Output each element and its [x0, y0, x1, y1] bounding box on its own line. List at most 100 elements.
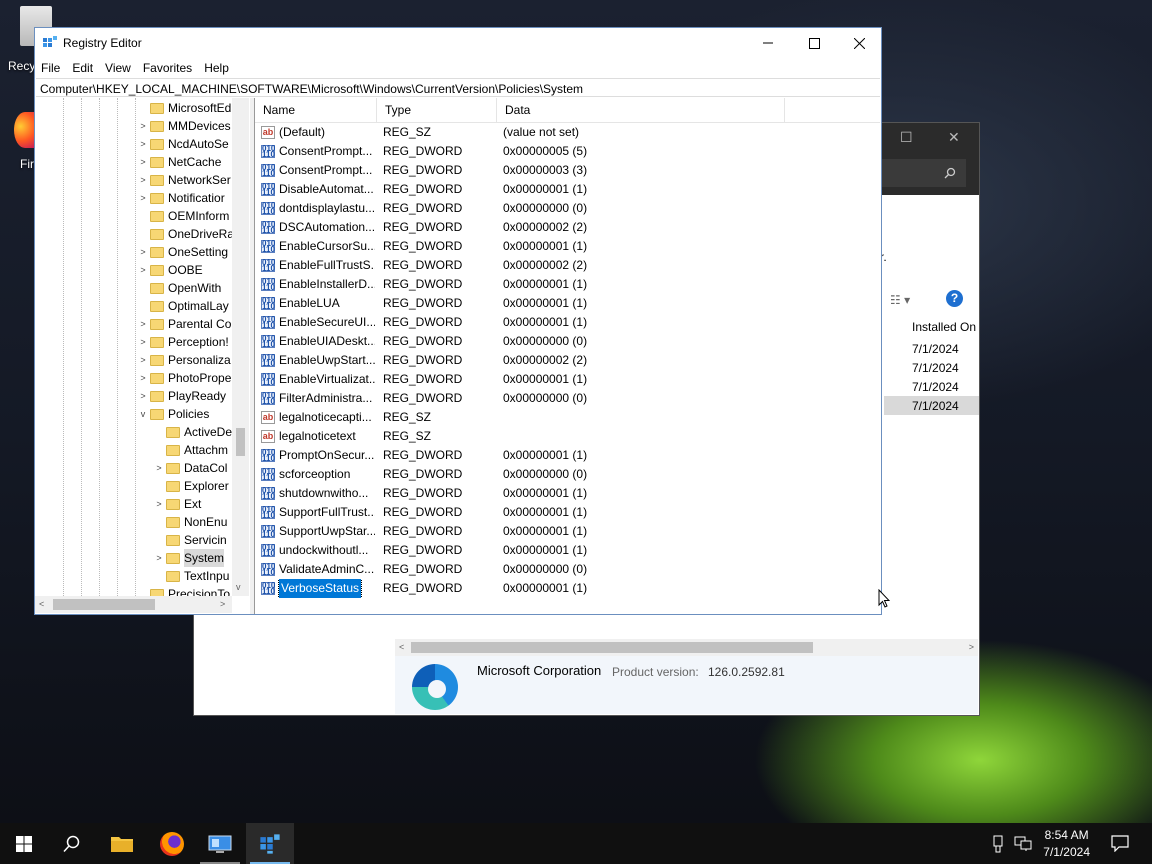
scroll-right-icon[interactable]: >	[969, 642, 974, 652]
value-row[interactable]: 010 110 EnableLUA REG_DWORD 0x00000001 (1)	[255, 294, 855, 313]
chevron-right-icon[interactable]: >	[136, 261, 150, 279]
value-row[interactable]: 010 110 ConsentPrompt... REG_DWORD 0x0000000…	[255, 161, 855, 180]
value-row[interactable]: 010 110 ConsentPrompt... REG_DWORD 0x0000000…	[255, 142, 855, 161]
value-row[interactable]: 010 110 undockwithoutl... REG_DWORD 0x000000…	[255, 541, 855, 560]
chevron-right-icon[interactable]: >	[136, 189, 150, 207]
tree-item[interactable]: OneDriveRa	[136, 225, 234, 243]
scrollbar-thumb[interactable]	[411, 642, 813, 653]
desktop-icon-firefox[interactable]: Fir	[14, 112, 36, 171]
start-button[interactable]	[0, 823, 48, 864]
tree-item[interactable]: > NetworkSer	[136, 171, 230, 189]
file-explorer-button[interactable]	[98, 823, 146, 864]
tree-item[interactable]: OpenWith	[136, 279, 221, 297]
tree-item[interactable]: > Personaliza	[136, 351, 230, 369]
value-row[interactable]: 010 110 EnableFullTrustS... REG_DWORD 0x0000…	[255, 256, 855, 275]
chevron-right-icon[interactable]: >	[136, 369, 150, 387]
value-row[interactable]: 010 110 FilterAdministra... REG_DWORD 0x0000…	[255, 389, 855, 408]
scroll-down-icon[interactable]: v	[236, 582, 241, 592]
value-row[interactable]: 010 110 EnableUIADeskt... REG_DWORD 0x000000…	[255, 332, 855, 351]
chevron-right-icon[interactable]: >	[136, 351, 150, 369]
tree-item[interactable]: > OOBE	[136, 261, 202, 279]
chevron-right-icon[interactable]: >	[136, 315, 150, 333]
tree-item[interactable]: Explorer	[152, 477, 229, 495]
search-input[interactable]	[882, 159, 966, 187]
tree-item[interactable]: > Notificatior	[136, 189, 224, 207]
close-button[interactable]	[836, 28, 882, 58]
help-icon[interactable]: ?	[946, 290, 963, 307]
column-type[interactable]: Type	[377, 98, 497, 122]
scroll-right-icon[interactable]: >	[220, 599, 225, 609]
scrollbar-thumb[interactable]	[53, 599, 155, 610]
chevron-right-icon[interactable]: >	[136, 117, 150, 135]
menu-favorites[interactable]: Favorites	[137, 58, 198, 78]
tree-item[interactable]: Attachm	[152, 441, 228, 459]
tree-horizontal-scrollbar[interactable]: < >	[35, 596, 232, 613]
chevron-right-icon[interactable]: >	[152, 459, 166, 477]
value-row[interactable]: 010 110 scforceoption REG_DWORD 0x00000000 (…	[255, 465, 855, 484]
column-name[interactable]: Name	[255, 98, 377, 122]
tree-item[interactable]: PrecisionTo	[136, 585, 230, 596]
scrollbar-thumb[interactable]	[236, 428, 245, 456]
tree-item[interactable]: NonEnu	[152, 513, 227, 531]
tree-item[interactable]: OptimalLay	[136, 297, 229, 315]
scroll-left-icon[interactable]: <	[39, 599, 44, 609]
tree-item[interactable]: > Parental Co	[136, 315, 231, 333]
value-row[interactable]: ab (Default) REG_SZ (value not set)	[255, 123, 855, 142]
value-row[interactable]: 010 110 PromptOnSecur... REG_DWORD 0x0000000…	[255, 446, 855, 465]
value-row[interactable]: 010 110 EnableVirtualizat... REG_DWORD 0x000…	[255, 370, 855, 389]
chevron-right-icon[interactable]: >	[136, 333, 150, 351]
minimize-button[interactable]	[745, 28, 791, 58]
view-options-icon[interactable]: ☷ ▾	[890, 293, 910, 307]
value-row[interactable]: 010 110 ValidateAdminC... REG_DWORD 0x000000…	[255, 560, 855, 579]
value-row[interactable]: ab legalnoticetext REG_SZ	[255, 427, 855, 446]
value-row[interactable]: 010 110 DSCAutomation... REG_DWORD 0x0000000…	[255, 218, 855, 237]
value-row[interactable]: 010 110 dontdisplaylastu... REG_DWORD 0x0000…	[255, 199, 855, 218]
maximize-button[interactable]	[791, 28, 837, 58]
chevron-right-icon[interactable]: >	[136, 171, 150, 189]
tree-item[interactable]: > NcdAutoSe	[136, 135, 228, 153]
search-button[interactable]	[48, 823, 96, 864]
value-row[interactable]: 010 110 VerboseStatus REG_DWORD 0x00000001 (…	[255, 579, 855, 598]
usb-device-icon[interactable]	[992, 835, 1004, 853]
chevron-down-icon[interactable]: v	[136, 405, 150, 423]
network-icon[interactable]	[1014, 836, 1032, 852]
programs-horizontal-scrollbar[interactable]: < >	[395, 639, 978, 656]
tree-item[interactable]: > PhotoPrope	[136, 369, 231, 387]
control-panel-button[interactable]	[196, 823, 244, 864]
tree-item[interactable]: > Ext	[152, 495, 201, 513]
chevron-right-icon[interactable]: >	[136, 243, 150, 261]
tree-item[interactable]: ActiveDe	[152, 423, 232, 441]
maximize-icon[interactable]: ☐	[900, 129, 913, 146]
tree-item[interactable]: > OneSetting	[136, 243, 228, 261]
menu-view[interactable]: View	[99, 58, 137, 78]
tree-item[interactable]: > MMDevices	[136, 117, 230, 135]
value-row[interactable]: 010 110 shutdownwitho... REG_DWORD 0x0000000…	[255, 484, 855, 503]
registry-editor-button[interactable]	[246, 823, 294, 864]
title-bar[interactable]: Registry Editor	[35, 28, 881, 58]
tree-item[interactable]: > System	[152, 549, 225, 567]
system-clock[interactable]: 8:54 AM 7/1/2024	[1043, 827, 1090, 861]
value-row[interactable]: 010 110 EnableCursorSu... REG_DWORD 0x000000…	[255, 237, 855, 256]
chevron-right-icon[interactable]: >	[136, 153, 150, 171]
tree-item[interactable]: > DataCol	[152, 459, 227, 477]
chevron-right-icon[interactable]: >	[136, 387, 150, 405]
value-row[interactable]: 010 110 EnableUwpStart... REG_DWORD 0x000000…	[255, 351, 855, 370]
tree-item[interactable]: OEMInform	[136, 207, 229, 225]
menu-file[interactable]: File	[35, 58, 66, 78]
address-bar[interactable]: Computer\HKEY_LOCAL_MACHINE\SOFTWARE\Mic…	[36, 78, 880, 97]
tree-item[interactable]: v Policies	[136, 405, 210, 423]
value-row[interactable]: 010 110 SupportUwpStar... REG_DWORD 0x000000…	[255, 522, 855, 541]
column-data[interactable]: Data	[497, 98, 785, 122]
tree-item[interactable]: Servicin	[152, 531, 227, 549]
menu-help[interactable]: Help	[198, 58, 235, 78]
value-row[interactable]: 010 110 EnableSecureUI... REG_DWORD 0x000000…	[255, 313, 855, 332]
tree-item[interactable]: > PlayReady	[136, 387, 226, 405]
scroll-left-icon[interactable]: <	[399, 642, 404, 652]
column-installed-on[interactable]: Installed On	[912, 320, 976, 334]
value-row[interactable]: 010 110 EnableInstallerD... REG_DWORD 0x0000…	[255, 275, 855, 294]
chevron-right-icon[interactable]: >	[136, 135, 150, 153]
tree-item[interactable]: MicrosoftEd	[136, 99, 231, 117]
tree-item[interactable]: > NetCache	[136, 153, 221, 171]
close-icon[interactable]: ✕	[948, 129, 960, 146]
value-row[interactable]: 010 110 DisableAutomat... REG_DWORD 0x000000…	[255, 180, 855, 199]
